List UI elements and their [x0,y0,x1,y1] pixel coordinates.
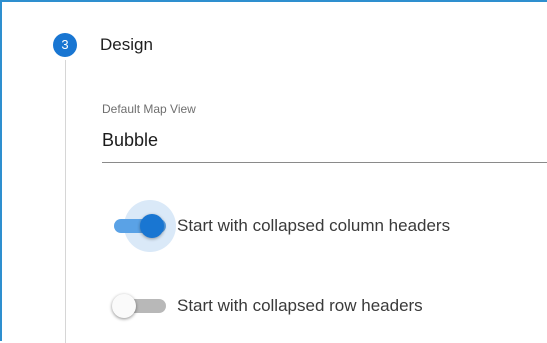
default-map-view-select[interactable]: Default Map View Bubble [102,102,547,164]
step-title[interactable]: Design [100,34,153,56]
default-map-view-label: Default Map View [102,102,196,116]
default-map-view-value[interactable]: Bubble [102,129,158,151]
collapsed-column-headers-label[interactable]: Start with collapsed column headers [177,215,450,237]
collapsed-column-headers-toggle-row[interactable]: Start with collapsed column headers [110,200,547,252]
switch-thumb[interactable] [112,294,136,318]
collapsed-column-headers-switch[interactable] [110,200,176,252]
collapsed-row-headers-toggle-row[interactable]: Start with collapsed row headers [110,286,547,326]
step-number-badge: 3 [53,33,77,57]
collapsed-row-headers-label[interactable]: Start with collapsed row headers [177,295,423,317]
stepper-connector-line [65,60,66,343]
collapsed-row-headers-switch[interactable] [110,286,170,326]
field-underline [102,162,547,163]
design-step-panel: 3 Design Default Map View Bubble Start w… [0,0,547,343]
switch-thumb[interactable] [140,214,164,238]
